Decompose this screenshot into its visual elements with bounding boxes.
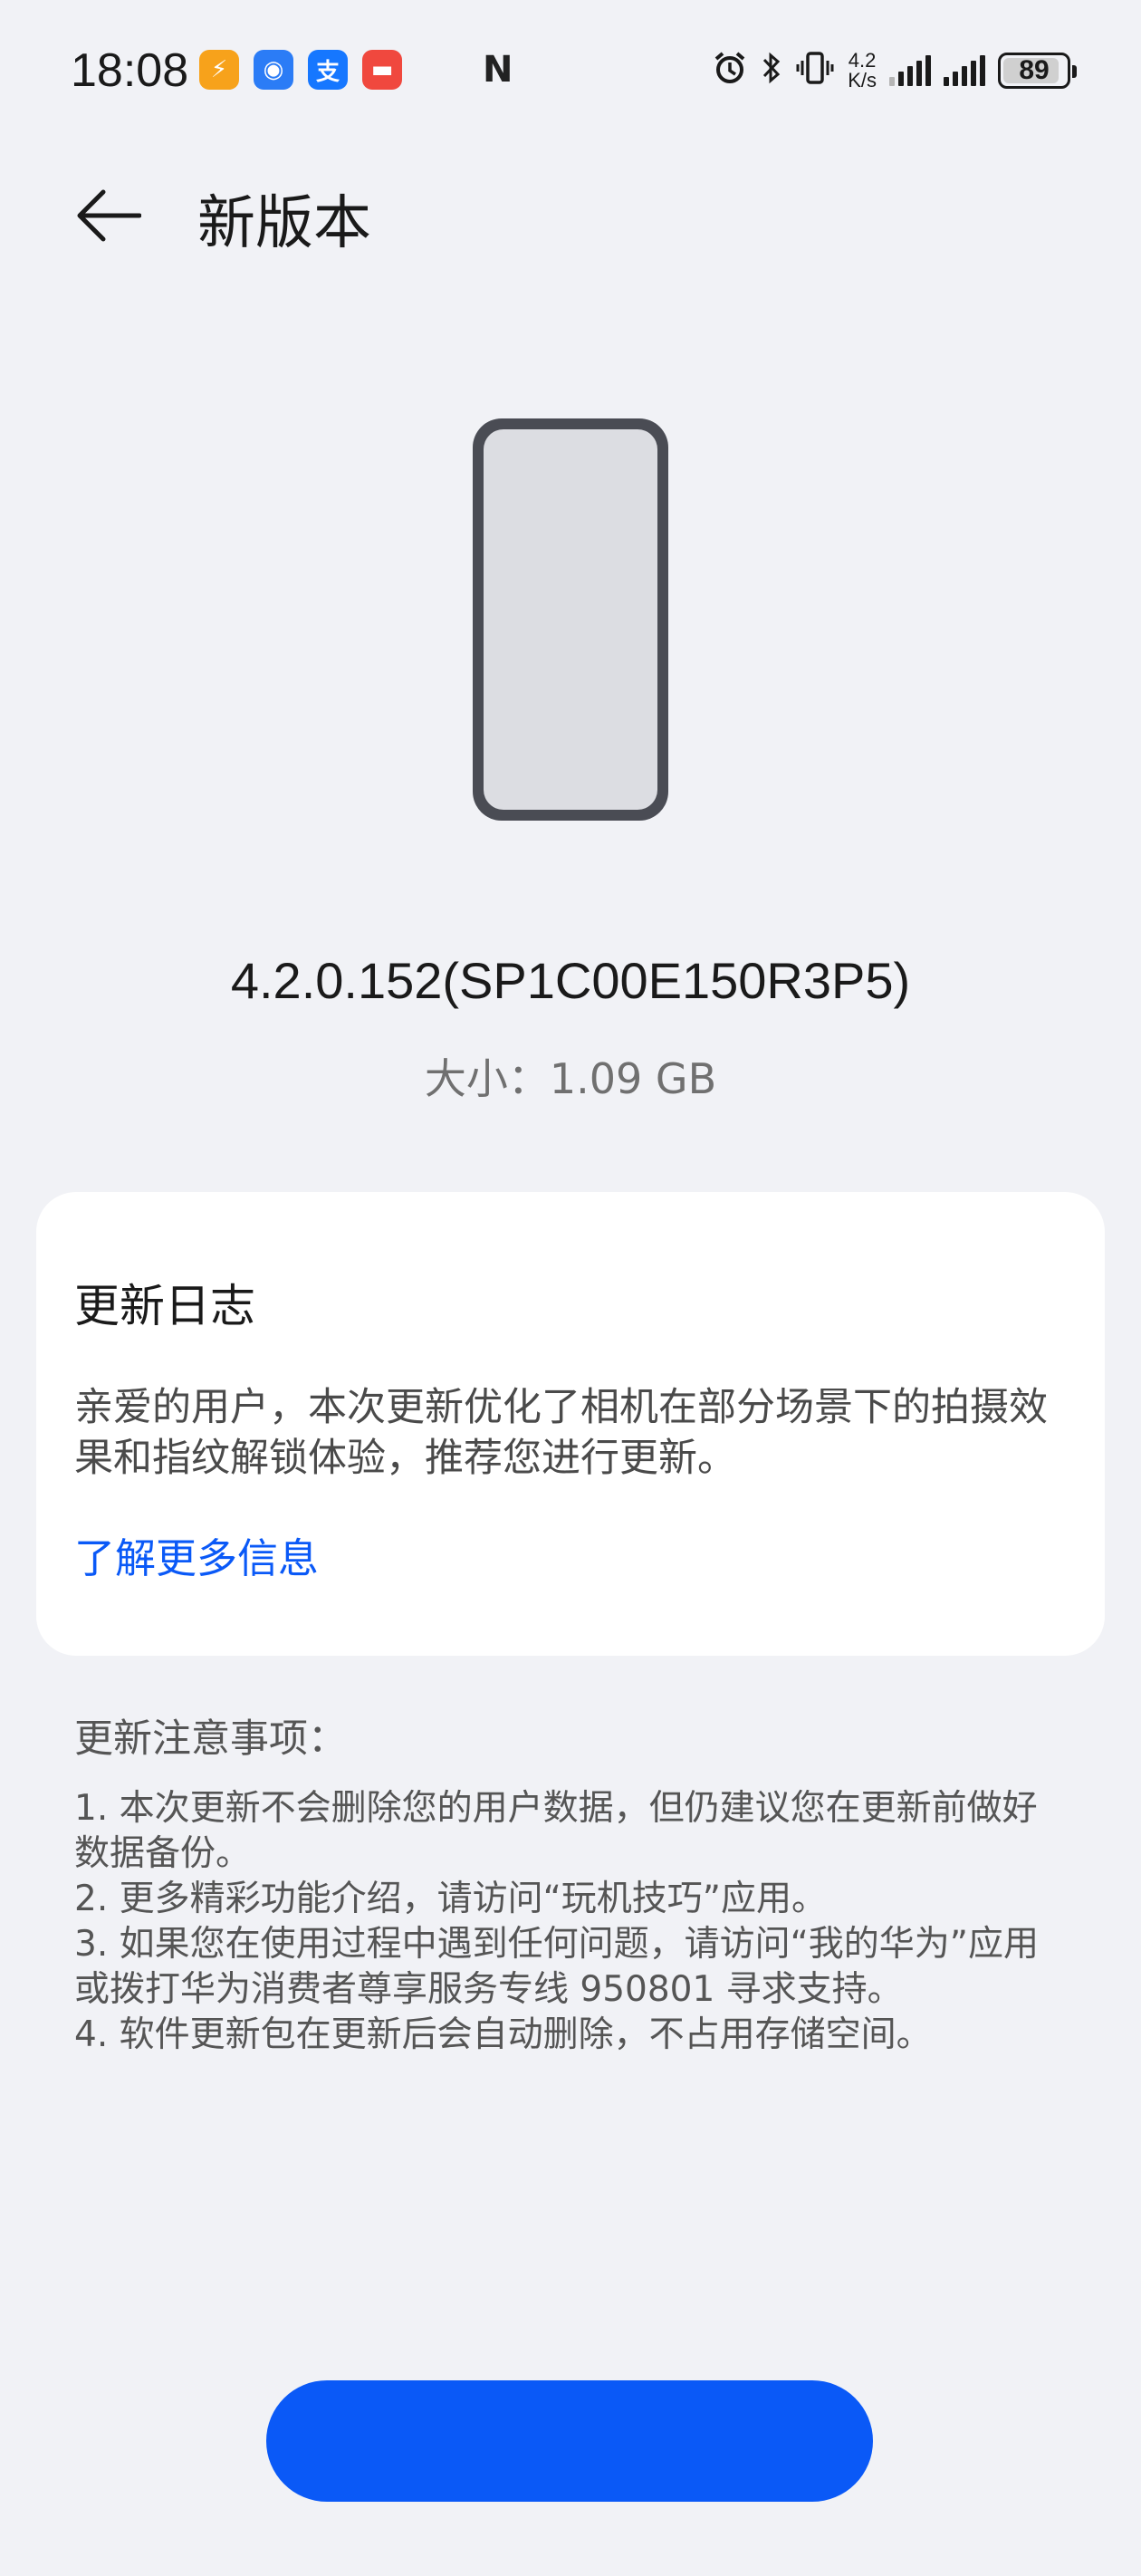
signal-strength-icon-2	[944, 55, 985, 86]
learn-more-link[interactable]: 了解更多信息	[74, 1525, 319, 1584]
network-speed-unit: K/s	[848, 69, 877, 91]
signal-strength-icon-1	[889, 55, 931, 86]
bluetooth-icon	[761, 50, 782, 92]
phone-screen	[484, 429, 657, 810]
orange-app-icon: ⚡	[199, 50, 239, 90]
red-app-icon: ▬	[362, 50, 402, 90]
changelog-card: 更新日志 亲爱的用户，本次更新优化了相机在部分场景下的拍摄效果和指纹解锁体验，推…	[36, 1192, 1105, 1656]
nfc-icon: N	[483, 49, 513, 91]
page-title: 新版本	[197, 190, 371, 257]
notes-title: 更新注意事项：	[74, 1716, 347, 1762]
status-bar: 18:08 ⚡ ◉ 支 ▬ N 4.2 K/s 89	[0, 0, 1141, 145]
notification-app-icons: ⚡ ◉ 支 ▬	[199, 50, 402, 90]
changelog-title: 更新日志	[74, 1280, 255, 1332]
new-version-page: 18:08 ⚡ ◉ 支 ▬ N 4.2 K/s 89 新版本 4.2.0.152…	[0, 0, 1141, 2576]
back-button[interactable]	[63, 170, 154, 261]
alipay-icon: 支	[308, 50, 348, 90]
blue-app-icon: ◉	[254, 50, 293, 90]
version-number: 4.2.0.152(SP1C00E150R3P5)	[230, 952, 911, 1009]
note-item: 1. 本次更新不会删除您的用户数据，但仍建议您在更新前做好数据备份。	[74, 1788, 1038, 1874]
vibrate-icon	[795, 50, 835, 92]
arrow-left-icon	[77, 189, 141, 242]
status-time: 18:08	[71, 44, 189, 97]
battery-level: 89	[1019, 55, 1050, 85]
note-item: 3. 如果您在使用过程中遇到任何问题，请访问“我的华为”应用或拨打华为消费者尊享…	[74, 1924, 1040, 2010]
alarm-icon	[712, 50, 748, 92]
note-item: 4. 软件更新包在更新后会自动删除，不占用存储空间。	[74, 2014, 932, 2055]
update-button[interactable]	[266, 2380, 873, 2502]
changelog-body: 亲爱的用户，本次更新优化了相机在部分场景下的拍摄效果和指纹解锁体验，推荐您进行更…	[74, 1385, 1048, 1481]
notes-list: 1. 本次更新不会删除您的用户数据，但仍建议您在更新前做好数据备份。 2. 更多…	[74, 1786, 1070, 2058]
status-indicators: 4.2 K/s 89	[712, 43, 1077, 98]
network-speed: 4.2 K/s	[848, 51, 877, 91]
package-size: 大小：1.09 GB	[424, 1054, 717, 1103]
battery-icon: 89	[998, 53, 1077, 89]
note-item: 2. 更多精彩功能介绍，请访问“玩机技巧”应用。	[74, 1879, 828, 1919]
phone-illustration	[473, 418, 668, 821]
network-speed-value: 4.2	[848, 49, 877, 72]
